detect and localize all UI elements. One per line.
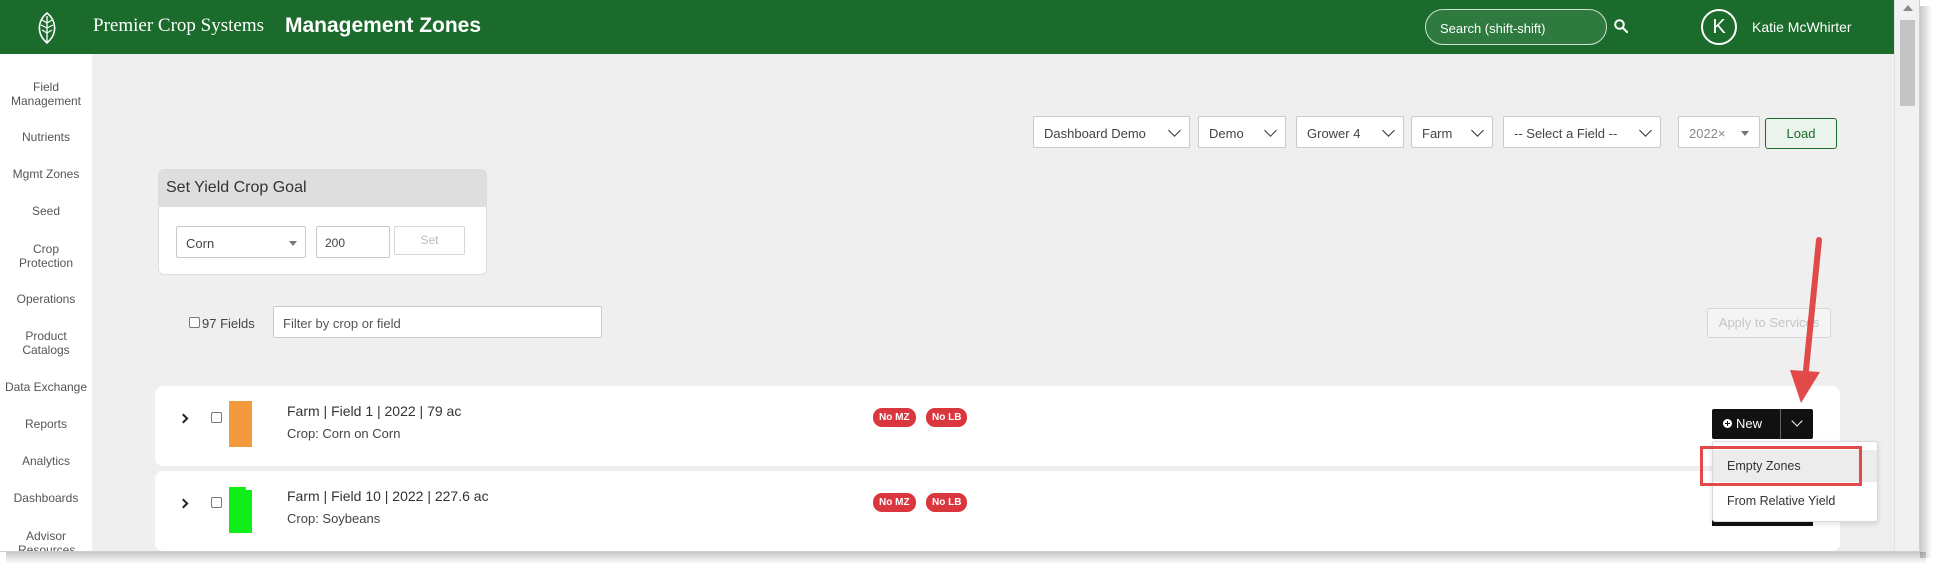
scroll-up-icon[interactable] xyxy=(1903,5,1913,11)
callout-arrow-icon xyxy=(1790,237,1822,403)
frame-shadow xyxy=(6,552,1926,564)
app-window: Premier Crop Systems Management Zones Se… xyxy=(0,0,1920,552)
vertical-scrollbar[interactable] xyxy=(1894,0,1919,551)
scroll-thumb[interactable] xyxy=(1900,20,1915,106)
frame-shadow xyxy=(1920,6,1932,558)
